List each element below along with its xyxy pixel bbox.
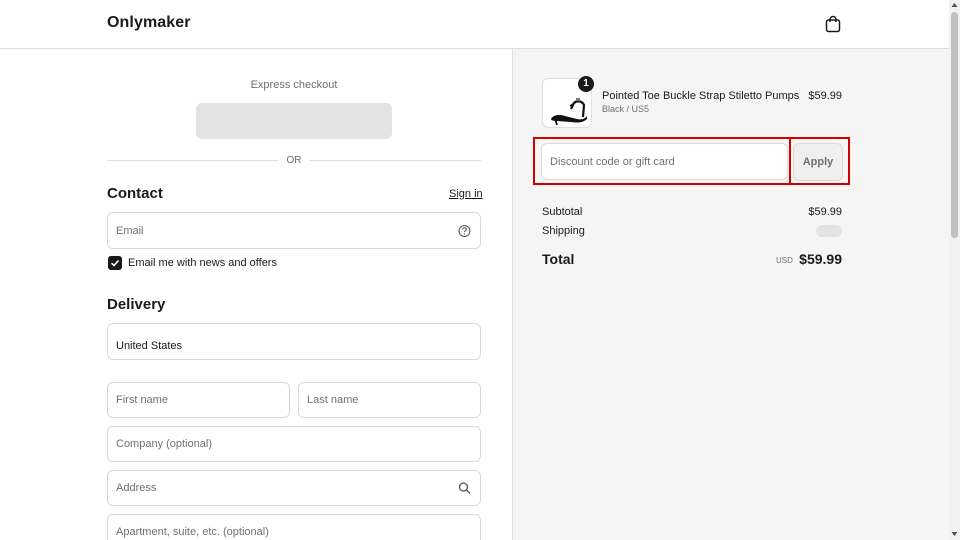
express-checkout-label: Express checkout	[250, 79, 338, 91]
subtotal-label: Subtotal	[542, 206, 583, 218]
first-name-placeholder: First name	[116, 394, 168, 406]
express-checkout-button[interactable]	[196, 103, 392, 139]
first-name-field[interactable]: First name	[107, 382, 290, 418]
email-placeholder: Email	[116, 224, 144, 237]
contact-title: Contact	[107, 185, 163, 202]
currency-code: USD	[776, 256, 793, 265]
company-field[interactable]: Company (optional)	[107, 426, 481, 462]
total-value: $59.99	[799, 251, 842, 267]
company-placeholder: Company (optional)	[116, 438, 212, 450]
total-label: Total	[542, 251, 575, 267]
shipping-value-placeholder	[816, 225, 842, 237]
delivery-title: Delivery	[107, 296, 166, 313]
discount-placeholder: Discount code or gift card	[550, 155, 675, 168]
address-field[interactable]: Address	[107, 470, 481, 506]
apartment-field[interactable]: Apartment, suite, etc. (optional)	[107, 514, 481, 540]
apartment-placeholder: Apartment, suite, etc. (optional)	[116, 526, 269, 538]
email-field[interactable]: Email	[107, 212, 481, 249]
newsletter-label: Email me with news and offers	[128, 257, 277, 269]
scroll-down-arrow-icon[interactable]	[951, 531, 958, 537]
or-separator: OR	[286, 155, 302, 166]
help-circle-icon[interactable]	[458, 224, 471, 237]
sign-in-link[interactable]: Sign in	[449, 188, 483, 200]
divider-right	[309, 160, 481, 161]
product-variant: Black / US5	[602, 104, 650, 114]
discount-code-field[interactable]: Discount code or gift card	[541, 143, 788, 180]
newsletter-checkbox[interactable]	[108, 256, 122, 270]
divider-left	[107, 160, 279, 161]
last-name-placeholder: Last name	[307, 394, 359, 406]
apply-button[interactable]: Apply	[793, 143, 843, 181]
shipping-label: Shipping	[542, 225, 585, 237]
checkmark-icon	[110, 259, 120, 267]
quantity-badge: 1	[578, 76, 594, 92]
product-name: Pointed Toe Buckle Strap Stiletto Pumps	[602, 90, 800, 102]
country-value: United States	[116, 339, 183, 352]
subtotal-value: $59.99	[808, 206, 842, 218]
shopping-bag-icon[interactable]	[824, 15, 842, 33]
page-scrollbar[interactable]	[949, 0, 960, 540]
last-name-field[interactable]: Last name	[298, 382, 481, 418]
brand-logo[interactable]: Onlymaker	[107, 14, 191, 32]
header: Onlymaker	[0, 0, 949, 49]
product-price: $59.99	[808, 90, 842, 102]
country-select[interactable]: United States	[107, 323, 481, 360]
scrollbar-thumb[interactable]	[951, 12, 958, 238]
address-placeholder: Address	[116, 482, 157, 494]
search-icon	[458, 482, 471, 494]
scroll-up-arrow-icon[interactable]	[951, 2, 958, 8]
